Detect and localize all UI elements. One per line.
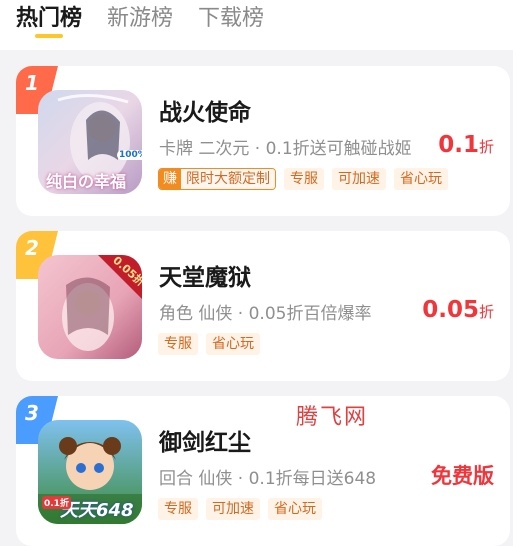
tab-hot[interactable]: 热门榜 <box>16 0 82 32</box>
game-icon[interactable]: 纯白の幸福 100% <box>38 90 142 194</box>
game-subtitle: 卡牌 二次元 · 0.1折送可触碰战姬 <box>159 139 412 159</box>
game-card-2[interactable]: 2 0.05折 天堂魔狱 角色 仙侠 · 0.05折百倍爆率 专服 省心玩 0.… <box>16 231 510 381</box>
game-icon[interactable]: 天天648 0.1折 <box>38 420 142 524</box>
icon-badge: 100% <box>117 150 142 160</box>
earn-tag[interactable]: 赚 限时大额定制 <box>158 168 276 190</box>
game-subtitle: 角色 仙侠 · 0.05折百倍爆率 <box>159 304 372 324</box>
free-version-label: 免费版 <box>431 464 494 488</box>
game-card-1[interactable]: 1 纯白の幸福 100% 战火使命 卡牌 二次元 · 0.1折送可触碰战姬 赚 … <box>16 66 510 216</box>
discount-price: 0.05折 <box>422 297 494 323</box>
tag: 省心玩 <box>268 498 322 520</box>
tag-list: 专服 省心玩 <box>158 333 260 355</box>
ranking-tabs: 热门榜 新游榜 下载榜 <box>0 0 513 50</box>
icon-caption: 天天648 <box>60 500 134 521</box>
game-title: 天堂魔狱 <box>159 265 251 291</box>
tag-list: 专服 可加速 省心玩 <box>158 498 322 520</box>
icon-caption: 纯白の幸福 <box>46 172 127 191</box>
game-card-3[interactable]: 3 天天648 0.1折 御剑红尘 回合 仙侠 · 0.1折每日送648 专服 … <box>16 396 510 546</box>
rank-number: 3 <box>25 401 39 425</box>
earn-badge: 赚 <box>159 169 181 189</box>
icon-badge: 0.1折 <box>42 496 71 509</box>
discount-unit: 折 <box>478 303 494 321</box>
tab-new[interactable]: 新游榜 <box>107 0 173 32</box>
game-title: 御剑红尘 <box>159 430 251 456</box>
earn-text: 限时大额定制 <box>181 169 275 189</box>
tab-download[interactable]: 下载榜 <box>198 0 264 32</box>
rank-number: 2 <box>25 236 39 260</box>
tag: 省心玩 <box>394 168 448 190</box>
watermark: 腾飞网 <box>296 405 369 430</box>
game-subtitle: 回合 仙侠 · 0.1折每日送648 <box>159 469 377 489</box>
discount-price: 0.1折 <box>438 132 494 158</box>
tag: 专服 <box>158 333 198 355</box>
rank-number: 1 <box>25 71 39 95</box>
tag: 可加速 <box>206 498 260 520</box>
game-title: 战火使命 <box>159 100 251 126</box>
discount-value: 0.05 <box>422 297 479 323</box>
discount-unit: 折 <box>478 138 494 156</box>
discount-value: 0.1 <box>438 132 479 158</box>
tag: 可加速 <box>332 168 386 190</box>
game-icon[interactable]: 0.05折 <box>38 255 142 359</box>
tag-list: 赚 限时大额定制 专服 可加速 省心玩 <box>158 168 448 190</box>
tag: 专服 <box>158 498 198 520</box>
tag: 专服 <box>284 168 324 190</box>
active-tab-indicator <box>35 34 63 38</box>
tag: 省心玩 <box>206 333 260 355</box>
